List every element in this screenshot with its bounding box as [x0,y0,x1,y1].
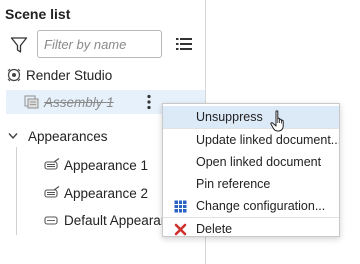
configuration-table-icon [174,200,187,213]
panel-title: Scene list [5,6,71,22]
tree-item-label: Default Appearan [64,212,169,228]
menu-item-open-linked-document[interactable]: Open linked document [163,151,339,173]
tree-item-label: Appearances [28,128,108,144]
app-root: Scene list Render Studio [0,0,360,264]
menu-item-pin-reference[interactable]: Pin reference [163,173,339,195]
menu-item-label: Unsuppress [196,110,263,124]
menu-item-label: Update linked document... [196,133,339,147]
menu-item-change-configuration[interactable]: Change configuration... [163,195,339,217]
menu-item-label: Pin reference [196,177,271,191]
tree-item-appearance[interactable]: Default Appearan [44,211,168,229]
tree-item-label: Appearance 2 [64,185,149,201]
menu-item-label: Open linked document [196,155,322,169]
kebab-menu-icon[interactable] [146,94,152,110]
delete-x-icon [174,223,187,236]
filter-icon[interactable] [10,36,28,54]
chevron-down-icon[interactable] [8,132,18,140]
tree-item-appearance[interactable]: Appearance 1 [44,156,148,174]
menu-item-update-linked-document[interactable]: Update linked document... [163,129,339,151]
menu-item-label: Change configuration... [196,199,326,213]
tree-item-label: Assembly 1 [44,94,114,110]
tree-item-label: Render Studio [26,67,113,83]
tree-item-label: Appearance 1 [64,157,149,173]
hand-pointer-cursor-icon [270,110,284,132]
context-menu: Unsuppress Update linked document... Ope… [162,103,340,237]
menu-item-unsuppress[interactable]: Unsuppress [163,106,339,128]
appearance-icon [44,158,60,170]
tree-item-appearance[interactable]: Appearance 2 [44,184,148,202]
tree-item-render-studio[interactable]: Render Studio [6,66,112,84]
filter-input[interactable] [37,30,162,58]
appearance-icon [44,216,58,225]
list-view-icon[interactable] [176,37,192,51]
tree-guide-line [16,147,17,235]
render-studio-icon [7,68,21,82]
menu-item-delete[interactable]: Delete [163,218,339,240]
menu-item-label: Delete [196,222,233,236]
appearance-icon [44,186,60,198]
tree-item-appearances[interactable]: Appearances [8,127,108,145]
assembly-icon [24,95,39,109]
